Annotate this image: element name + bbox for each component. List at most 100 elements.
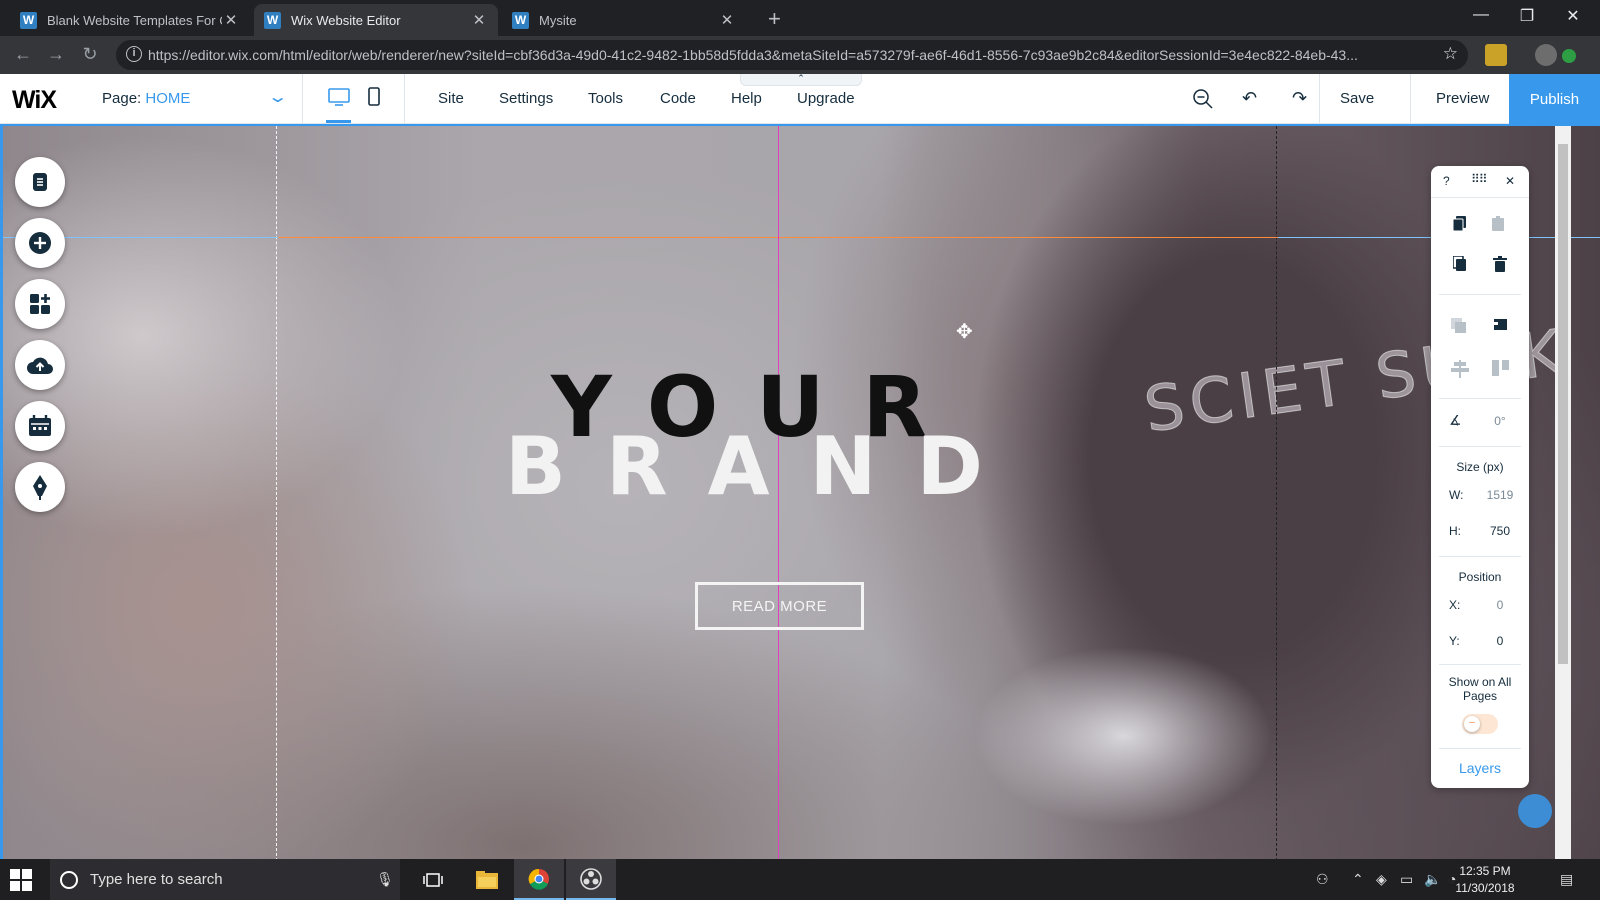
bookings-icon	[29, 415, 51, 436]
browser-tab-editor[interactable]: W Wix Website Editor ✕	[254, 4, 498, 36]
redo-icon[interactable]: ↷	[1292, 88, 1307, 109]
rotate-icon: ∡	[1449, 412, 1462, 428]
upload-media-button[interactable]	[15, 340, 65, 390]
canvas-scrollbar[interactable]	[1555, 126, 1571, 859]
add-icon	[29, 232, 51, 254]
menu-help[interactable]: Help	[731, 90, 762, 107]
panel-header: ? ⠿⠿ ✕	[1431, 166, 1529, 198]
wix-favicon-icon: W	[512, 11, 529, 29]
editor-canvas[interactable]: SCIET SUCK YOUR BRAND READ MORE ✥ ? ⠿⠿ ✕…	[0, 124, 1600, 859]
arrange-backward-icon[interactable]	[1451, 318, 1469, 336]
gridline-right	[1276, 126, 1277, 859]
file-explorer-icon[interactable]	[462, 859, 512, 900]
read-more-button[interactable]: READ MORE	[695, 582, 864, 630]
close-panel-icon[interactable]: ✕	[1505, 174, 1515, 188]
menu-code[interactable]: Code	[660, 90, 696, 107]
task-view-icon[interactable]	[408, 859, 458, 900]
duplicate-icon[interactable]	[1453, 256, 1467, 272]
forward-icon[interactable]: →	[44, 44, 68, 65]
action-center-icon[interactable]: ▤	[1560, 871, 1573, 888]
reload-icon[interactable]: ↻	[78, 44, 102, 65]
wix-favicon-icon: W	[20, 11, 37, 29]
show-all-pages-toggle[interactable]: –	[1462, 714, 1498, 734]
close-tab-icon[interactable]: ✕	[718, 11, 736, 29]
drag-handle-icon[interactable]: ⠿⠿	[1471, 172, 1488, 186]
menu-tools[interactable]: Tools	[588, 90, 623, 107]
desktop-view-icon[interactable]	[327, 86, 351, 108]
site-info-icon[interactable]: i	[126, 46, 142, 62]
headline-brand[interactable]: BRAND	[505, 422, 1023, 512]
wix-editor-topbar: WiX Page: HOME ⌄ Site Settings Tools Cod…	[0, 74, 1600, 124]
delete-icon[interactable]	[1493, 256, 1507, 272]
publish-button[interactable]: Publish	[1509, 74, 1600, 124]
close-tab-icon[interactable]: ✕	[222, 11, 240, 29]
save-button[interactable]: Save	[1340, 90, 1374, 107]
people-icon[interactable]: ⚇	[1316, 871, 1329, 888]
bookings-button[interactable]	[15, 401, 65, 451]
help-bubble-icon[interactable]	[1518, 794, 1552, 828]
pages-menu-button[interactable]	[15, 157, 65, 207]
app-market-button[interactable]	[15, 279, 65, 329]
page-selector[interactable]: Page: HOME	[102, 90, 190, 107]
zoom-out-icon[interactable]	[1192, 88, 1214, 110]
help-icon[interactable]: ?	[1443, 174, 1450, 188]
chrome-icon[interactable]	[514, 859, 564, 900]
chevron-down-icon[interactable]: ⌄	[267, 87, 288, 107]
scrollbar-thumb[interactable]	[1558, 144, 1568, 664]
gridline-left	[276, 126, 277, 859]
layers-link[interactable]: Layers	[1431, 760, 1529, 776]
undo-icon[interactable]: ↶	[1242, 88, 1257, 109]
obs-icon[interactable]	[566, 859, 616, 900]
bookmark-star-icon[interactable]: ☆	[1443, 44, 1458, 64]
system-clock[interactable]: 12:35 PM 11/30/2018	[1446, 863, 1524, 897]
y-field[interactable]: 0	[1483, 634, 1517, 648]
profile-avatar[interactable]	[1535, 44, 1557, 66]
dropbox-icon[interactable]: ◈	[1376, 871, 1387, 888]
blog-button[interactable]	[15, 462, 65, 512]
menu-settings[interactable]: Settings	[499, 90, 553, 107]
paste-icon[interactable]	[1492, 216, 1506, 232]
x-field[interactable]: 0	[1483, 598, 1517, 612]
microphone-icon[interactable]: 🎙	[370, 871, 400, 888]
new-tab-icon[interactable]: +	[768, 6, 781, 32]
clock-time: 12:35 PM	[1459, 864, 1511, 878]
add-element-button[interactable]	[15, 218, 65, 268]
width-label: W:	[1449, 488, 1464, 502]
url-text[interactable]: https://editor.wix.com/html/editor/web/r…	[148, 47, 1438, 63]
show-hidden-icons-icon[interactable]: ⌃	[1352, 871, 1364, 888]
divider	[1439, 664, 1521, 665]
background-detail	[973, 646, 1273, 826]
arrange-forward-icon[interactable]	[1491, 316, 1509, 334]
height-field[interactable]: 750	[1483, 524, 1517, 538]
back-icon[interactable]: ←	[11, 44, 35, 65]
y-label: Y:	[1449, 634, 1460, 648]
battery-icon[interactable]: ▭	[1400, 871, 1413, 888]
browser-tab-templates[interactable]: W Blank Website Templates For Cre ✕	[10, 4, 250, 36]
restore-icon[interactable]: ❐	[1504, 6, 1550, 26]
active-device-indicator	[326, 120, 351, 123]
width-field[interactable]: 1519	[1483, 488, 1517, 502]
align-icon[interactable]	[1451, 360, 1469, 378]
rotation-value[interactable]: 0°	[1483, 414, 1517, 428]
menu-upgrade[interactable]: Upgrade	[797, 90, 855, 107]
volume-icon[interactable]: 🔈	[1424, 871, 1441, 888]
close-tab-icon[interactable]: ✕	[470, 11, 488, 29]
distribute-icon[interactable]	[1492, 360, 1510, 378]
collapse-topbar-toggle[interactable]: ⌃	[740, 74, 862, 86]
windows-start-icon[interactable]	[10, 869, 32, 891]
browser-tab-mysite[interactable]: W Mysite ✕	[502, 4, 746, 36]
taskbar-search[interactable]: Type here to search 🎙	[50, 859, 400, 900]
minimize-icon[interactable]: —	[1458, 6, 1504, 24]
address-bar[interactable]: i https://editor.wix.com/html/editor/web…	[116, 40, 1468, 70]
preview-button[interactable]: Preview	[1436, 90, 1489, 107]
windows-taskbar: Type here to search 🎙 ⚇ ⌃ ◈ ▭ 🔈 ◔ 12:35 …	[0, 859, 1600, 900]
divider	[1439, 748, 1521, 749]
mobile-view-icon[interactable]	[366, 86, 382, 108]
extension-icon[interactable]	[1485, 44, 1507, 66]
divider	[1319, 74, 1320, 124]
size-label: Size (px)	[1456, 460, 1504, 474]
menu-site[interactable]: Site	[438, 90, 464, 107]
copy-icon[interactable]	[1453, 216, 1467, 232]
update-icon[interactable]	[1562, 49, 1576, 63]
close-window-icon[interactable]: ✕	[1550, 6, 1596, 26]
